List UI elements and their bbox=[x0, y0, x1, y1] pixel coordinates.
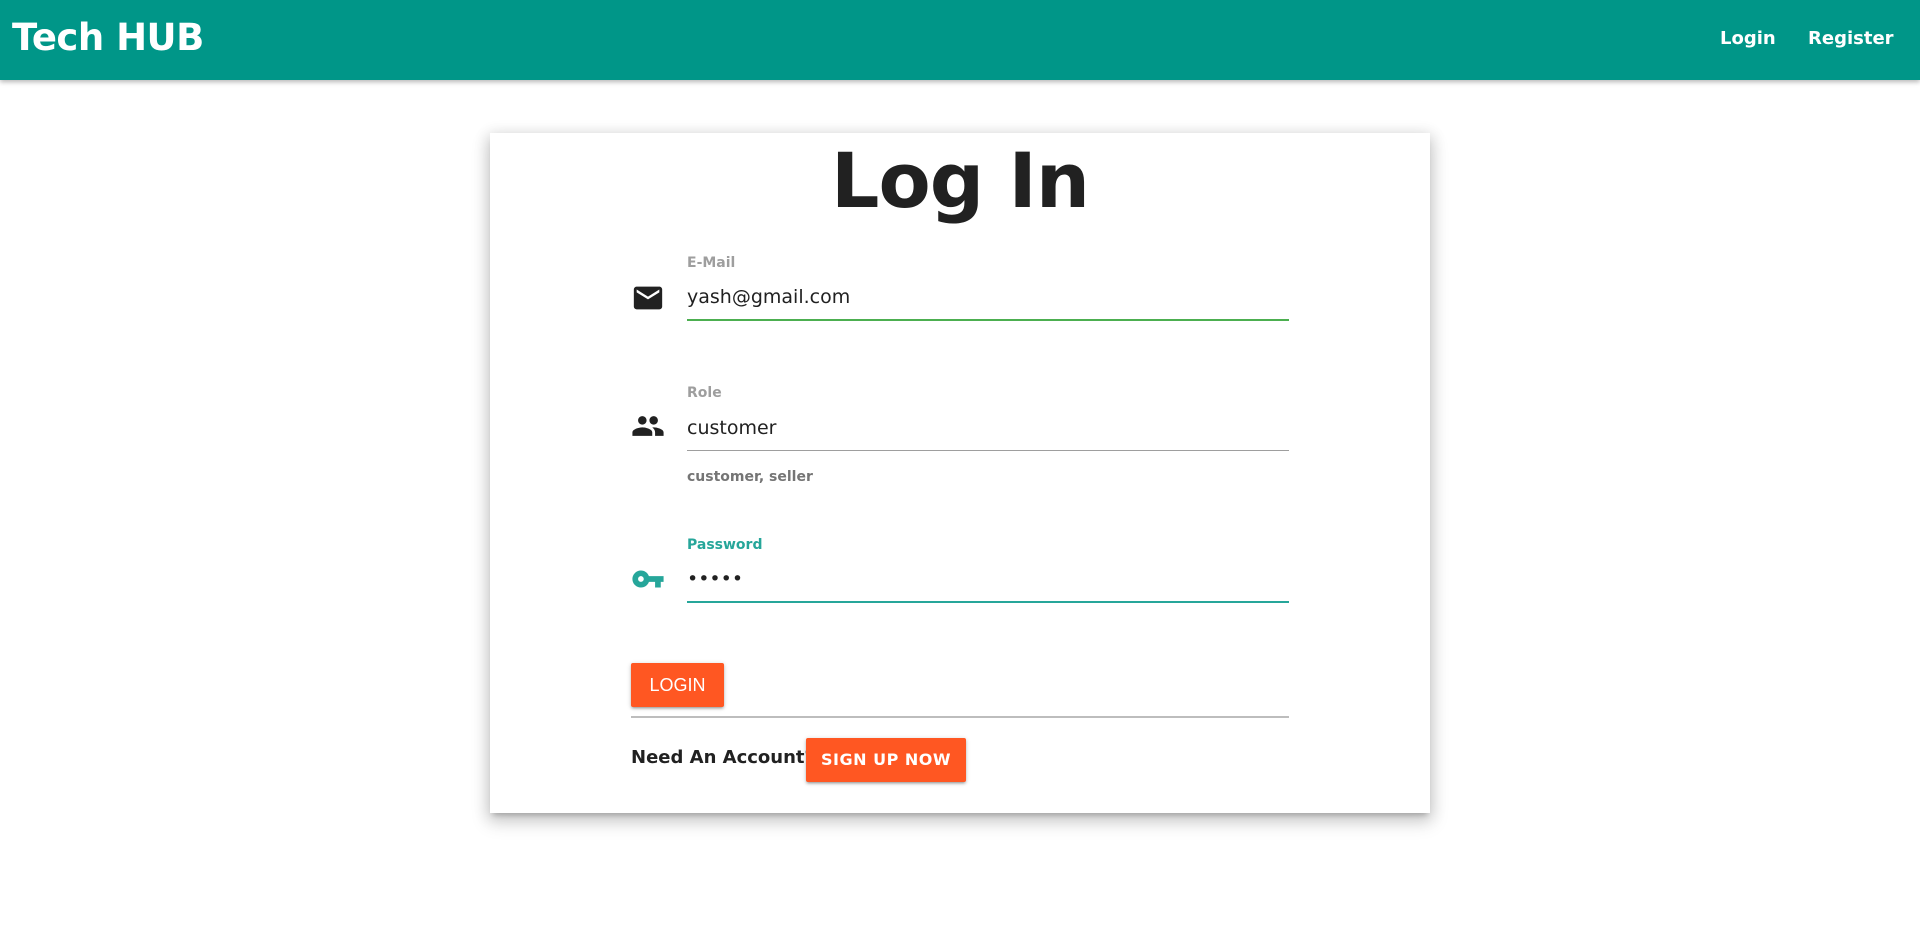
mail-icon bbox=[633, 286, 663, 310]
divider bbox=[631, 716, 1289, 718]
top-navbar: Tech HUB Login Register bbox=[0, 0, 1920, 80]
email-label: E-Mail bbox=[687, 255, 736, 271]
login-card: Log In E-Mail Role customer, seller Pass… bbox=[490, 133, 1430, 813]
brand-logo[interactable]: Tech HUB bbox=[12, 16, 204, 60]
nav-login-link[interactable]: Login bbox=[1720, 28, 1776, 50]
need-account-text: Need An Account? bbox=[631, 747, 815, 768]
nav-register-link[interactable]: Register bbox=[1808, 28, 1894, 50]
password-label: Password bbox=[687, 537, 763, 553]
sign-up-button[interactable]: SIGN UP NOW bbox=[806, 738, 966, 782]
key-icon bbox=[632, 570, 664, 588]
password-field[interactable] bbox=[687, 557, 1289, 603]
page-title: Log In bbox=[831, 136, 1090, 225]
people-icon bbox=[632, 416, 664, 436]
role-helper-text: customer, seller bbox=[687, 469, 813, 485]
role-field[interactable] bbox=[687, 405, 1289, 451]
login-button[interactable]: LOGIN bbox=[631, 663, 724, 707]
role-label: Role bbox=[687, 385, 722, 401]
email-field[interactable] bbox=[687, 275, 1289, 321]
